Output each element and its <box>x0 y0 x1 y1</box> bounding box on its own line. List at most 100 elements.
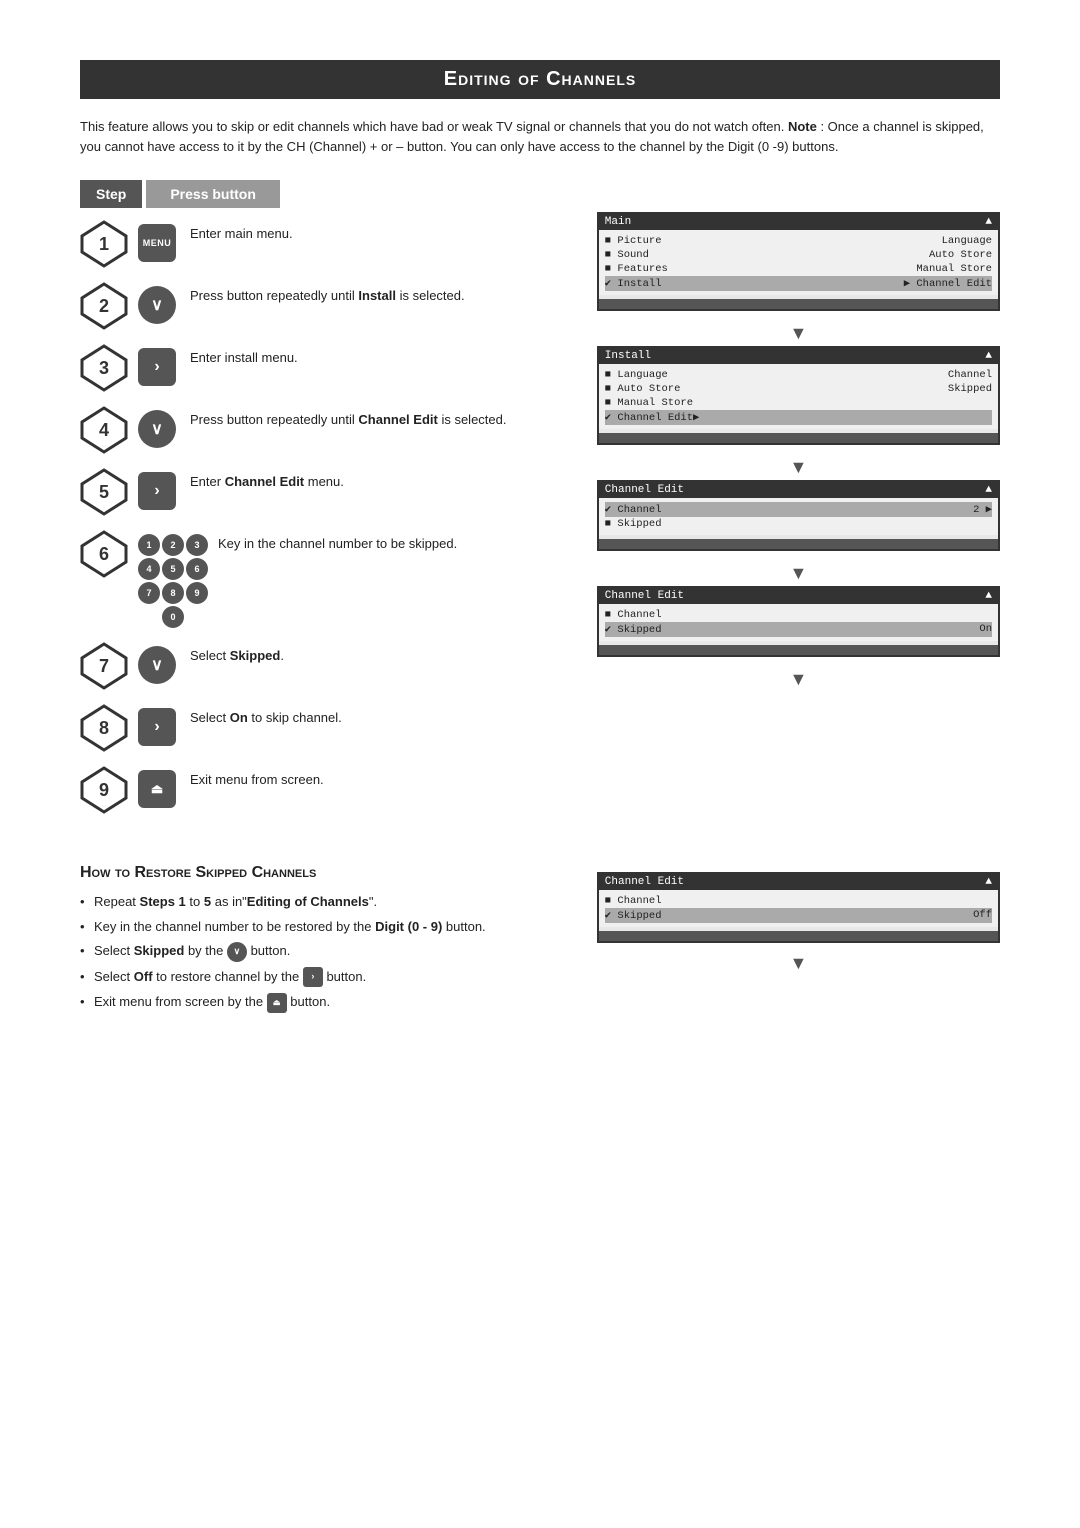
screen-1-title: Main <box>605 216 631 228</box>
step-row: 1 MENU Enter main menu. <box>80 220 573 268</box>
right-button[interactable]: › <box>138 348 176 386</box>
step-6-diamond: 6 <box>80 530 128 578</box>
restore-right: Channel Edit ▲ ■ Channel ✔ SkippedOff ▼ <box>597 836 1000 1018</box>
restore-screen-body: ■ Channel ✔ SkippedOff <box>599 890 998 927</box>
intro-text: This feature allows you to skip or edit … <box>80 117 1000 156</box>
restore-screen-footer <box>599 931 998 941</box>
screen-4: Channel Edit ▲ ■ Channel ✔ SkippedOn <box>597 586 1000 657</box>
step-1-text: Enter main menu. <box>190 224 573 244</box>
screen-4-title: Channel Edit <box>605 590 684 602</box>
restore-screen: Channel Edit ▲ ■ Channel ✔ SkippedOff <box>597 872 1000 943</box>
step-3-content: › Enter install menu. <box>138 344 573 386</box>
screen-row-highlighted: ✔ Channel2 ▶ <box>605 502 992 517</box>
restore-bullet-2: Key in the channel number to be restored… <box>80 917 573 937</box>
step-4-text: Press button repeatedly until Channel Ed… <box>190 410 573 430</box>
screen-row: ■ SoundAuto Store <box>605 248 992 262</box>
right-button-3[interactable]: › <box>138 708 176 746</box>
screen-1-header: Main ▲ <box>599 214 998 230</box>
step-8-content: › Select On to skip channel. <box>138 704 573 746</box>
digit-2[interactable]: 2 <box>162 534 184 556</box>
screen-row-highlighted: ✔ Install▶ Channel Edit <box>605 276 992 291</box>
step-9-text: Exit menu from screen. <box>190 770 573 790</box>
screen-1-footer <box>599 299 998 309</box>
screen-3-header: Channel Edit ▲ <box>599 482 998 498</box>
screen-4-arrow: ▲ <box>985 590 992 602</box>
step-7-content: ∨ Select Skipped. <box>138 642 573 684</box>
step-8-text: Select On to skip channel. <box>190 708 573 728</box>
step-2-diamond: 2 <box>80 282 128 330</box>
exit-icon-inline: ⏏ <box>267 993 287 1013</box>
down-button-3[interactable]: ∨ <box>138 646 176 684</box>
arrow-down-1: ▼ <box>597 323 1000 344</box>
digit-9[interactable]: 9 <box>186 582 208 604</box>
step-4-content: ∨ Press button repeatedly until Channel … <box>138 406 573 448</box>
screen-row-highlighted: ✔ SkippedOn <box>605 622 992 637</box>
digit-3[interactable]: 3 <box>186 534 208 556</box>
digit-5[interactable]: 5 <box>162 558 184 580</box>
screen-row: ■ PictureLanguage <box>605 234 992 248</box>
step-row: 6 1 2 3 4 5 6 7 8 9 0 Key in the channel… <box>80 530 573 628</box>
screen-row: ■ LanguageChannel <box>605 368 992 382</box>
screen-3-body: ✔ Channel2 ▶ ■ Skipped <box>599 498 998 535</box>
restore-bullet-1: Repeat Steps 1 to 5 as in"Editing of Cha… <box>80 892 573 912</box>
step-row: 5 › Enter Channel Edit menu. <box>80 468 573 516</box>
step-row: 2 ∨ Press button repeatedly until Instal… <box>80 282 573 330</box>
screen-3: Channel Edit ▲ ✔ Channel2 ▶ ■ Skipped <box>597 480 1000 551</box>
digit-4[interactable]: 4 <box>138 558 160 580</box>
step-6-content: 1 2 3 4 5 6 7 8 9 0 Key in the channel n… <box>138 530 573 628</box>
step-4-num: 4 <box>99 420 109 441</box>
screen-3-title: Channel Edit <box>605 484 684 496</box>
page-title: Editing of Channels <box>80 60 1000 99</box>
digit-1[interactable]: 1 <box>138 534 160 556</box>
step-2-text: Press button repeatedly until Install is… <box>190 286 573 306</box>
screen-4-body: ■ Channel ✔ SkippedOn <box>599 604 998 641</box>
right-button-2[interactable]: › <box>138 472 176 510</box>
exit-button[interactable]: ⏏ <box>138 770 176 808</box>
step-row: 3 › Enter install menu. <box>80 344 573 392</box>
step-row: 8 › Select On to skip channel. <box>80 704 573 752</box>
step-5-num: 5 <box>99 482 109 503</box>
digit-7[interactable]: 7 <box>138 582 160 604</box>
screen-2-title: Install <box>605 350 651 362</box>
restore-left: How to Restore Skipped Channels Repeat S… <box>80 836 573 1018</box>
step-5-diamond: 5 <box>80 468 128 516</box>
step-9-content: ⏏ Exit menu from screen. <box>138 766 573 808</box>
menu-button[interactable]: MENU <box>138 224 176 262</box>
screen-row-highlighted: ✔ Channel Edit▶ <box>605 410 992 425</box>
screen-2-arrow: ▲ <box>985 350 992 362</box>
down-button[interactable]: ∨ <box>138 286 176 324</box>
restore-bullet-3: Select Skipped by the ∨ button. <box>80 941 573 962</box>
digit-0[interactable]: 0 <box>162 606 184 628</box>
screen-1: Main ▲ ■ PictureLanguage ■ SoundAuto Sto… <box>597 212 1000 311</box>
screen-1-body: ■ PictureLanguage ■ SoundAuto Store ■ Fe… <box>599 230 998 295</box>
step-1-diamond: 1 <box>80 220 128 268</box>
screen-2-body: ■ LanguageChannel ■ Auto StoreSkipped ■ … <box>599 364 998 429</box>
restore-screen-title: Channel Edit <box>605 876 684 888</box>
down-icon-inline: ∨ <box>227 942 247 962</box>
screen-row-highlighted: ✔ SkippedOff <box>605 908 992 923</box>
step-row: 7 ∨ Select Skipped. <box>80 642 573 690</box>
step-3-num: 3 <box>99 358 109 379</box>
header-step: Step <box>80 180 142 208</box>
step-9-diamond: 9 <box>80 766 128 814</box>
screen-4-footer <box>599 645 998 655</box>
step-9-num: 9 <box>99 780 109 801</box>
restore-screen-header: Channel Edit ▲ <box>599 874 998 890</box>
screen-1-arrow: ▲ <box>985 216 992 228</box>
digit-6[interactable]: 6 <box>186 558 208 580</box>
step-4-diamond: 4 <box>80 406 128 454</box>
step-3-diamond: 3 <box>80 344 128 392</box>
screen-row: ■ Skipped <box>605 517 992 531</box>
screen-3-footer <box>599 539 998 549</box>
step-5-content: › Enter Channel Edit menu. <box>138 468 573 510</box>
digit-8[interactable]: 8 <box>162 582 184 604</box>
step-3-text: Enter install menu. <box>190 348 573 368</box>
restore-screen-arrow: ▲ <box>985 876 992 888</box>
step-row: 9 ⏏ Exit menu from screen. <box>80 766 573 814</box>
right-icon-inline: › <box>303 967 323 987</box>
restore-bullet-4: Select Off to restore channel by the › b… <box>80 967 573 988</box>
screen-4-header: Channel Edit ▲ <box>599 588 998 604</box>
digit-grid: 1 2 3 4 5 6 7 8 9 0 <box>138 534 208 628</box>
down-button-2[interactable]: ∨ <box>138 410 176 448</box>
step-1-num: 1 <box>99 234 109 255</box>
